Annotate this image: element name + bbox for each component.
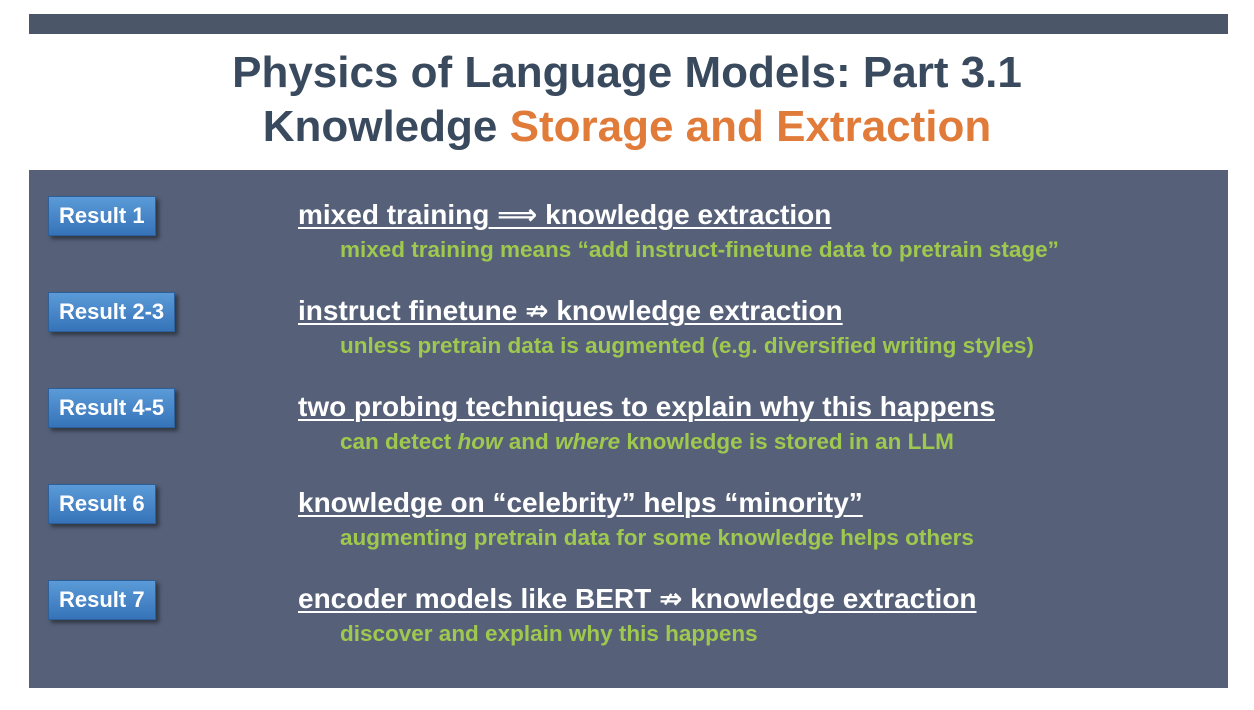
result-row: Result 6 knowledge on “celebrity” helps … <box>29 484 1228 564</box>
top-bar <box>29 14 1228 34</box>
result-row: Result 4-5 two probing techniques to exp… <box>29 388 1228 468</box>
result-2-3-sub-text: unless pretrain data is augmented (e.g. … <box>340 333 1034 358</box>
result-7-sub-text: discover and explain why this happens <box>340 621 758 646</box>
result-row: Result 2-3 instruct finetune ⇏ knowledge… <box>29 292 1228 372</box>
sub-text-part: can detect <box>340 429 458 454</box>
title-line-2: Knowledge Storage and Extraction <box>0 100 1254 154</box>
result-4-5-button[interactable]: Result 4-5 <box>48 388 176 428</box>
result-4-5-sub-text: can detect how and where knowledge is st… <box>340 428 954 456</box>
result-7-main-text: encoder models like BERT ⇏ knowledge ext… <box>298 583 977 614</box>
sub-text-part: knowledge is stored in an LLM <box>620 429 954 454</box>
result-row: Result 1 mixed training ⟹ knowledge extr… <box>29 196 1228 276</box>
title-line-2-prefix: Knowledge <box>262 102 510 151</box>
result-7-button[interactable]: Result 7 <box>48 580 156 620</box>
result-2-3-main-text: instruct finetune ⇏ knowledge extraction <box>298 295 843 326</box>
result-6-main-text: knowledge on “celebrity” helps “minority… <box>298 487 863 518</box>
title-line-1: Physics of Language Models: Part 3.1 <box>232 48 1022 97</box>
result-6-button[interactable]: Result 6 <box>48 484 156 524</box>
result-2-3-button[interactable]: Result 2-3 <box>48 292 176 332</box>
result-1-button[interactable]: Result 1 <box>48 196 156 236</box>
result-row: Result 7 encoder models like BERT ⇏ know… <box>29 580 1228 660</box>
result-4-5-main-text: two probing techniques to explain why th… <box>298 391 995 422</box>
slide: Physics of Language Models: Part 3.1 Kno… <box>0 0 1254 710</box>
sub-text-part: and <box>502 429 556 454</box>
title-line-2-accent: Storage and Extraction <box>509 102 992 151</box>
sub-text-emphasis-where: where <box>555 429 621 454</box>
result-1-main-text: mixed training ⟹ knowledge extraction <box>298 199 832 230</box>
result-6-sub-text: augmenting pretrain data for some knowle… <box>340 525 974 550</box>
result-1-sub-text: mixed training means “add instruct-finet… <box>340 237 1059 262</box>
sub-text-emphasis-how: how <box>457 429 503 454</box>
results-panel: Result 1 mixed training ⟹ knowledge extr… <box>29 170 1228 688</box>
slide-title: Physics of Language Models: Part 3.1 Kno… <box>0 46 1254 154</box>
